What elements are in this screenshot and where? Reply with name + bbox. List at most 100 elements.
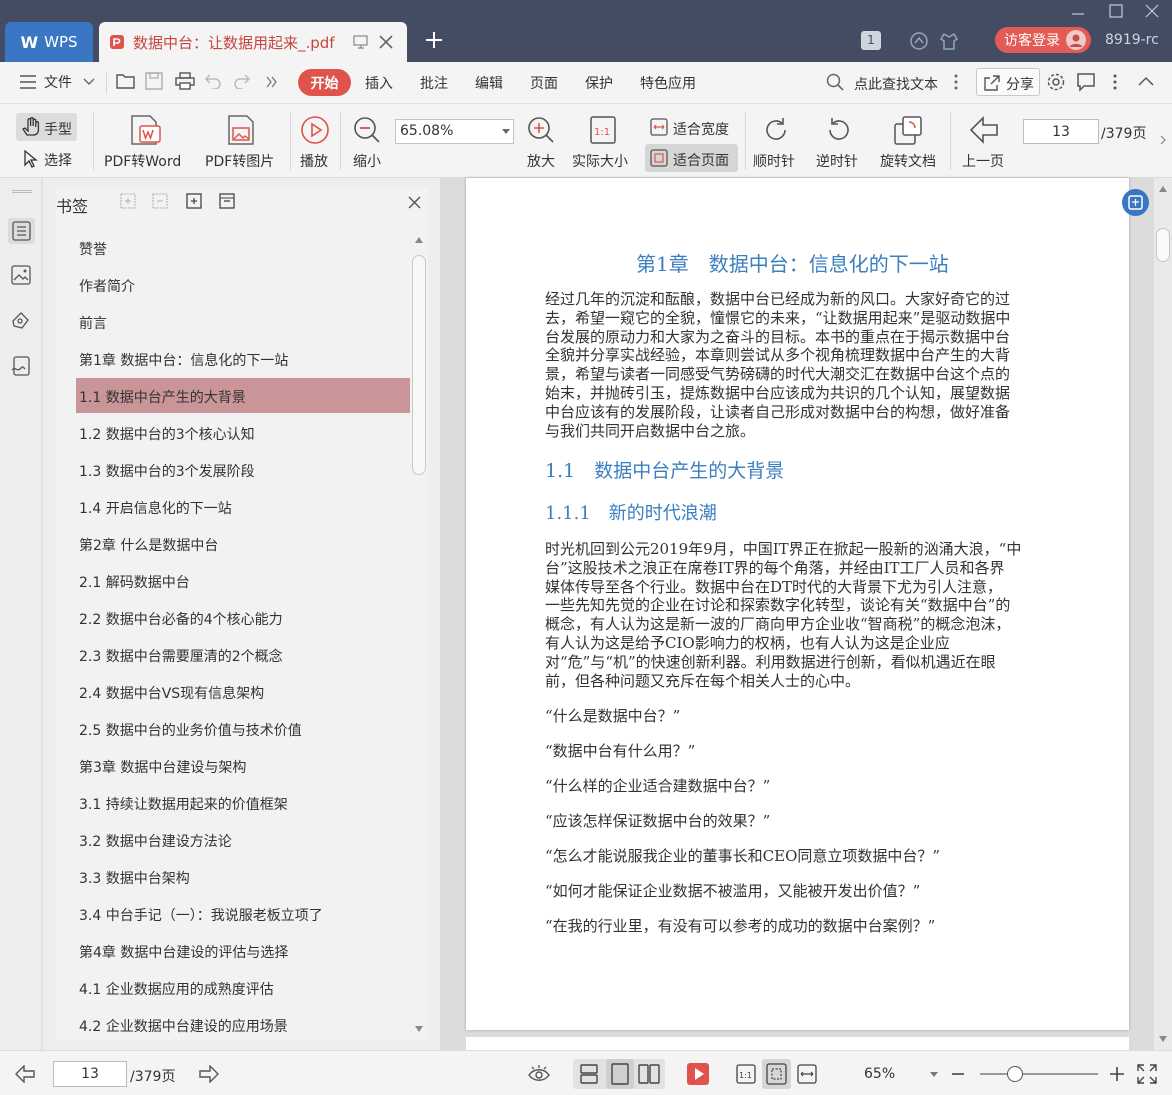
close-window-icon[interactable] [1145,4,1159,18]
bookmark-item-selected[interactable]: 1.1 数据中台产生的大背景 [79,387,246,407]
bookmark-item[interactable]: 4.2 企业数据中台建设的应用场景 [79,1016,288,1036]
document-tab[interactable]: 数据中台：让数据用起来_.pdf [99,22,407,62]
status-fit-width-icon[interactable] [797,1064,817,1084]
cloud-sync-icon[interactable] [909,31,929,51]
toolbar-scroll-right-icon[interactable] [1160,135,1166,145]
tab-count-badge[interactable]: 1 [861,31,881,50]
bookmark-item[interactable]: 1.4 开启信息化的下一站 [79,498,232,518]
thumbnail-icon[interactable] [11,265,31,285]
fit-width-label[interactable]: 适合宽度 [673,119,729,139]
bookmark-item[interactable]: 3.2 数据中台建设方法论 [79,831,232,851]
rotate-document-icon[interactable] [893,114,925,146]
zoom-slider-handle[interactable] [1007,1066,1023,1082]
scroll-up-arrow-icon[interactable] [415,237,423,243]
visitor-login-button[interactable]: 访客登录 [995,27,1091,53]
continuous-view-icon[interactable] [579,1064,599,1084]
search-icon[interactable] [826,73,844,91]
wps-home-tab[interactable]: W WPS [5,22,93,62]
bookmark-item[interactable]: 第1章 数据中台：信息化的下一站 [79,350,288,370]
toolbar-page-input[interactable] [1023,119,1099,144]
redo-icon[interactable] [233,73,251,89]
fit-page-button[interactable]: 适合页面 [645,144,738,172]
actual-size-label[interactable]: 实际大小 [572,151,628,171]
more-options-icon[interactable] [1113,74,1117,90]
zoom-out-icon[interactable] [353,116,381,144]
bookmark-item[interactable]: 1.2 数据中台的3个核心认知 [79,424,255,444]
tab-special-apps[interactable]: 特色应用 [640,73,696,93]
tab-annotate[interactable]: 批注 [420,73,448,93]
tab-start[interactable]: 开始 [298,69,351,96]
bookmark-item[interactable]: 第3章 数据中台建设与架构 [79,757,246,777]
rotate-clockwise-icon[interactable] [762,116,790,144]
rotate-counterclockwise-label[interactable]: 逆时针 [816,151,858,171]
bookmark-item[interactable]: 第4章 数据中台建设的评估与选择 [79,942,288,962]
open-folder-icon[interactable] [116,72,136,90]
zoom-in-label[interactable]: 放大 [527,151,555,171]
fit-width-icon[interactable] [650,118,668,136]
doc-scroll-up-icon[interactable] [1159,186,1167,192]
find-text-button[interactable]: 点此查找文本 [854,74,938,94]
zoom-select[interactable]: 65.08% [395,119,514,144]
print-icon[interactable] [175,72,195,90]
status-fit-page-icon[interactable] [762,1059,791,1089]
pdf-to-image-icon[interactable] [226,114,256,146]
floating-translate-icon[interactable] [1122,189,1149,216]
status-zoom-out-icon[interactable] [951,1067,965,1081]
rotate-counterclockwise-icon[interactable] [825,116,853,144]
bookmark-item[interactable]: 2.1 解码数据中台 [79,572,190,592]
status-next-page-icon[interactable] [199,1065,219,1083]
bookmark-item[interactable]: 4.1 企业数据应用的成熟度评估 [79,979,274,999]
expand-bookmark-icon[interactable] [186,193,202,209]
tab-insert[interactable]: 插入 [365,73,393,93]
add-bookmark-icon[interactable] [120,193,136,209]
hand-tool-button[interactable]: 手型 [16,113,77,141]
previous-page-label[interactable]: 上一页 [962,151,1004,171]
rotate-document-label[interactable]: 旋转文档 [880,151,936,171]
single-page-view-icon[interactable] [606,1059,634,1089]
signature-icon[interactable] [11,356,31,376]
bookmark-scrollbar[interactable] [410,230,428,1040]
bookmark-item[interactable]: 2.5 数据中台的业务价值与技术价值 [79,720,302,740]
maximize-icon[interactable] [1109,4,1123,18]
pdf-to-word-icon[interactable] [129,114,163,146]
scroll-down-arrow-icon[interactable] [415,1026,423,1032]
hamburger-icon[interactable] [19,75,37,89]
tab-page[interactable]: 页面 [530,73,558,93]
zoom-out-label[interactable]: 缩小 [353,151,381,171]
rotate-clockwise-label[interactable]: 顺时针 [753,151,795,171]
status-prev-page-icon[interactable] [15,1065,35,1083]
more-vertical-icon[interactable] [954,74,958,90]
share-button[interactable]: 分享 [976,68,1040,96]
bookmark-item[interactable]: 2.2 数据中台必备的4个核心能力 [79,609,283,629]
cursor-icon[interactable] [24,150,38,168]
document-scrollbar[interactable] [1154,178,1172,1050]
tab-edit[interactable]: 编辑 [475,73,503,93]
annotation-icon[interactable] [11,311,31,331]
eye-protection-icon[interactable] [528,1064,550,1084]
bookmark-item[interactable]: 前言 [79,313,107,333]
collapse-ribbon-icon[interactable] [1138,76,1154,86]
zoom-dropdown-icon[interactable] [930,1072,938,1078]
bookmark-item[interactable]: 2.3 数据中台需要厘清的2个概念 [79,646,283,666]
file-menu[interactable]: 文件 [44,72,72,92]
chevron-down-icon[interactable] [83,78,95,86]
bookmark-item[interactable]: 作者简介 [79,276,135,296]
two-page-view-icon[interactable] [638,1064,660,1084]
new-tab-icon[interactable] [425,31,443,49]
close-tab-icon[interactable] [379,35,393,49]
remove-bookmark-icon[interactable] [152,193,168,209]
play-icon[interactable] [300,115,330,145]
bookmark-item[interactable]: 1.3 数据中台的3个发展阶段 [79,461,255,481]
actual-size-icon[interactable]: 1:1 [590,116,616,144]
settings-gear-icon[interactable] [1046,72,1066,92]
bookmark-scroll-thumb[interactable] [412,255,426,475]
bookmark-list-icon[interactable] [8,218,35,244]
minimize-icon[interactable] [1071,6,1085,16]
status-actual-size-icon[interactable]: 1:1 [736,1064,756,1084]
pdf-to-image-label[interactable]: PDF转图片 [205,151,274,171]
select-tool-label[interactable]: 选择 [44,150,72,170]
skin-icon[interactable] [939,31,959,51]
play-label[interactable]: 播放 [300,151,328,171]
comment-icon[interactable] [1076,72,1096,92]
status-zoom-in-icon[interactable] [1109,1066,1125,1082]
